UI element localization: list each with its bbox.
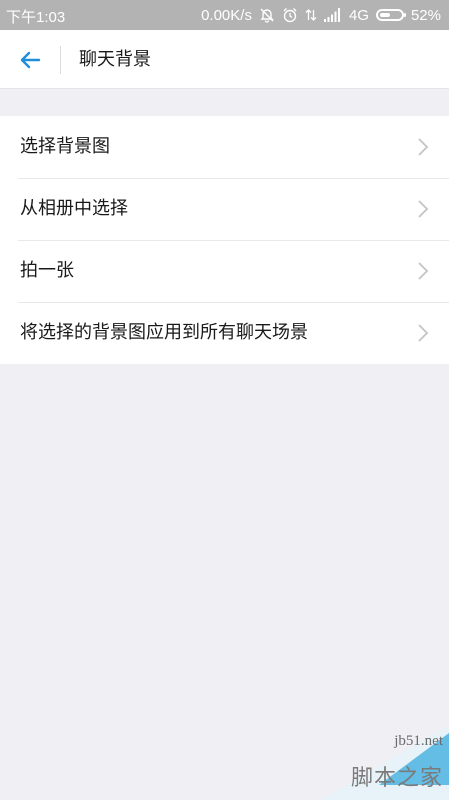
settings-menu: 选择背景图 从相册中选择 拍一张 将选择的背景图应用到所有聊天场景 <box>0 116 449 364</box>
menu-item-apply-to-all-chats[interactable]: 将选择的背景图应用到所有聊天场景 <box>0 302 449 364</box>
status-bar: 下午1:03 0.00K/s 4G 52% <box>0 0 449 30</box>
menu-item-label: 将选择的背景图应用到所有聊天场景 <box>20 322 308 343</box>
signal-icon <box>323 8 342 22</box>
battery-percent: 52% <box>410 6 441 24</box>
menu-item-label: 从相册中选择 <box>20 198 128 219</box>
app-header: 聊天背景 <box>0 30 449 89</box>
status-time: 下午1:03 <box>6 9 66 26</box>
data-arrows-icon <box>305 7 317 23</box>
watermark-url: jb51.net <box>394 733 443 749</box>
menu-item-choose-background[interactable]: 选择背景图 <box>0 116 449 178</box>
alarm-clock-icon <box>282 7 298 23</box>
menu-item-label: 拍一张 <box>20 260 74 281</box>
network-type: 4G <box>348 6 369 24</box>
watermark: jb51.net 脚本之家 <box>309 710 449 800</box>
chevron-right-icon <box>417 323 429 343</box>
chevron-right-icon <box>417 261 429 281</box>
alarm-off-icon <box>259 7 275 23</box>
arrow-left-icon <box>20 51 41 69</box>
chevron-right-icon <box>417 137 429 157</box>
back-button[interactable] <box>10 40 50 80</box>
page-title: 聊天背景 <box>79 49 151 70</box>
status-indicators: 0.00K/s 4G 52% <box>201 5 441 25</box>
header-divider <box>60 46 61 74</box>
menu-item-choose-from-album[interactable]: 从相册中选择 <box>0 178 449 240</box>
battery-icon <box>375 9 406 21</box>
battery-fill <box>379 13 390 17</box>
network-speed: 0.00K/s <box>201 6 252 24</box>
menu-item-label: 选择背景图 <box>20 136 110 157</box>
chevron-right-icon <box>417 199 429 219</box>
watermark-name: 脚本之家 <box>350 766 443 791</box>
menu-item-take-photo[interactable]: 拍一张 <box>0 240 449 302</box>
